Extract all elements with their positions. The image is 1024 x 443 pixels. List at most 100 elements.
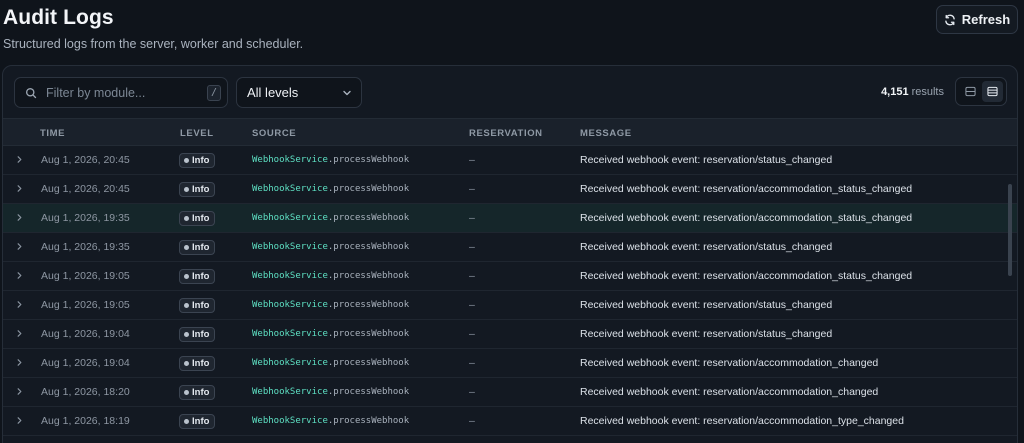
refresh-button[interactable]: Refresh bbox=[936, 5, 1018, 34]
row-message: Received webhook event: reservation/acco… bbox=[580, 212, 913, 224]
chevron-right-icon[interactable] bbox=[15, 300, 24, 309]
level-dot bbox=[184, 274, 189, 279]
chevron-right-icon[interactable] bbox=[15, 416, 24, 425]
table-scrollbar[interactable] bbox=[1008, 184, 1012, 276]
page-header: Audit Logs Structured logs from the serv… bbox=[3, 5, 1024, 56]
search-input[interactable] bbox=[46, 85, 207, 100]
row-time: Aug 1, 2026, 19:35 bbox=[41, 241, 130, 253]
level-badge-label: Info bbox=[192, 213, 210, 224]
row-source: WebhookService.processWebhook bbox=[252, 329, 409, 339]
source-class: WebhookService bbox=[252, 242, 328, 252]
chevron-down-icon bbox=[343, 90, 351, 95]
page-title: Audit Logs bbox=[3, 6, 114, 29]
source-class: WebhookService bbox=[252, 358, 328, 368]
level-dot bbox=[184, 303, 189, 308]
results-count-number: 4,151 bbox=[881, 86, 909, 98]
row-message: Received webhook event: reservation/stat… bbox=[580, 299, 833, 311]
level-badge: Info bbox=[179, 182, 215, 197]
table-row[interactable]: Aug 1, 2026, 19:05 Info WebhookService.p… bbox=[3, 262, 1017, 291]
level-dot bbox=[184, 158, 189, 163]
row-time: Aug 1, 2026, 19:04 bbox=[41, 357, 130, 369]
filter-toolbar: / All levels 4,151results bbox=[3, 66, 1017, 118]
source-method: .processWebhook bbox=[327, 242, 410, 252]
search-box[interactable]: / bbox=[14, 77, 228, 108]
row-reservation: – bbox=[469, 415, 475, 427]
row-reservation: – bbox=[469, 154, 475, 166]
density-toggle bbox=[955, 77, 1007, 106]
chevron-right-icon[interactable] bbox=[15, 155, 24, 164]
row-time: Aug 1, 2026, 19:05 bbox=[41, 299, 130, 311]
level-select[interactable]: All levels bbox=[236, 77, 362, 108]
table-row[interactable]: Aug 1, 2026, 20:45 Info WebhookService.p… bbox=[3, 175, 1017, 204]
log-table-body: Aug 1, 2026, 20:45 Info WebhookService.p… bbox=[3, 146, 1017, 436]
comfortable-view-button[interactable] bbox=[981, 81, 1003, 102]
table-row[interactable]: Aug 1, 2026, 19:35 Info WebhookService.p… bbox=[3, 204, 1017, 233]
chevron-right-icon[interactable] bbox=[15, 184, 24, 193]
table-row[interactable]: Aug 1, 2026, 18:20 Info WebhookService.p… bbox=[3, 378, 1017, 407]
audit-logs-page: Audit Logs Structured logs from the serv… bbox=[0, 0, 1024, 443]
level-badge: Info bbox=[179, 385, 215, 400]
row-source: WebhookService.processWebhook bbox=[252, 184, 409, 194]
page-subtitle: Structured logs from the server, worker … bbox=[3, 37, 304, 51]
level-dot bbox=[184, 187, 189, 192]
column-header-reservation[interactable]: RESERVATION bbox=[469, 128, 543, 139]
table-row[interactable]: Aug 1, 2026, 20:45 Info WebhookService.p… bbox=[3, 146, 1017, 175]
row-source: WebhookService.processWebhook bbox=[252, 358, 409, 368]
column-header-source[interactable]: SOURCE bbox=[252, 128, 296, 139]
source-class: WebhookService bbox=[252, 329, 328, 339]
chevron-right-icon[interactable] bbox=[15, 242, 24, 251]
row-source: WebhookService.processWebhook bbox=[252, 416, 409, 426]
row-reservation: – bbox=[469, 183, 475, 195]
level-badge-label: Info bbox=[192, 184, 210, 195]
source-method: .processWebhook bbox=[327, 329, 410, 339]
source-class: WebhookService bbox=[252, 184, 328, 194]
row-time: Aug 1, 2026, 18:19 bbox=[41, 415, 130, 427]
chevron-right-icon[interactable] bbox=[15, 358, 24, 367]
row-reservation: – bbox=[469, 270, 475, 282]
level-badge: Info bbox=[179, 298, 215, 313]
level-badge: Info bbox=[179, 211, 215, 226]
table-row[interactable]: Aug 1, 2026, 19:04 Info WebhookService.p… bbox=[3, 349, 1017, 378]
chevron-right-icon[interactable] bbox=[15, 329, 24, 338]
level-dot bbox=[184, 390, 189, 395]
level-badge-label: Info bbox=[192, 155, 210, 166]
source-class: WebhookService bbox=[252, 213, 328, 223]
table-row[interactable]: Aug 1, 2026, 19:35 Info WebhookService.p… bbox=[3, 233, 1017, 262]
level-badge-label: Info bbox=[192, 271, 210, 282]
level-badge: Info bbox=[179, 327, 215, 342]
source-method: .processWebhook bbox=[327, 387, 410, 397]
column-header-message[interactable]: MESSAGE bbox=[580, 128, 632, 139]
refresh-icon bbox=[944, 14, 955, 25]
row-source: WebhookService.processWebhook bbox=[252, 271, 409, 281]
level-badge: Info bbox=[179, 153, 215, 168]
table-row[interactable]: Aug 1, 2026, 18:19 Info WebhookService.p… bbox=[3, 407, 1017, 436]
source-class: WebhookService bbox=[252, 416, 328, 426]
row-time: Aug 1, 2026, 19:35 bbox=[41, 212, 130, 224]
source-method: .processWebhook bbox=[327, 184, 410, 194]
row-source: WebhookService.processWebhook bbox=[252, 300, 409, 310]
level-dot bbox=[184, 216, 189, 221]
row-reservation: – bbox=[469, 357, 475, 369]
table-row[interactable]: Aug 1, 2026, 19:05 Info WebhookService.p… bbox=[3, 291, 1017, 320]
row-message: Received webhook event: reservation/acco… bbox=[580, 183, 913, 195]
chevron-right-icon[interactable] bbox=[15, 271, 24, 280]
source-method: .processWebhook bbox=[327, 213, 410, 223]
source-method: .processWebhook bbox=[327, 300, 410, 310]
column-header-time[interactable]: TIME bbox=[40, 128, 65, 139]
source-class: WebhookService bbox=[252, 300, 328, 310]
column-header-level[interactable]: LEVEL bbox=[180, 128, 214, 139]
row-time: Aug 1, 2026, 18:20 bbox=[41, 386, 130, 398]
row-reservation: – bbox=[469, 386, 475, 398]
level-badge-label: Info bbox=[192, 300, 210, 311]
search-icon bbox=[25, 87, 37, 99]
compact-view-button[interactable] bbox=[960, 81, 981, 102]
chevron-right-icon[interactable] bbox=[15, 387, 24, 396]
row-source: WebhookService.processWebhook bbox=[252, 387, 409, 397]
table-row[interactable]: Aug 1, 2026, 19:04 Info WebhookService.p… bbox=[3, 320, 1017, 349]
row-message: Received webhook event: reservation/stat… bbox=[580, 154, 833, 166]
level-badge-label: Info bbox=[192, 358, 210, 369]
chevron-right-icon[interactable] bbox=[15, 213, 24, 222]
row-message: Received webhook event: reservation/stat… bbox=[580, 328, 833, 340]
level-dot bbox=[184, 361, 189, 366]
row-reservation: – bbox=[469, 328, 475, 340]
